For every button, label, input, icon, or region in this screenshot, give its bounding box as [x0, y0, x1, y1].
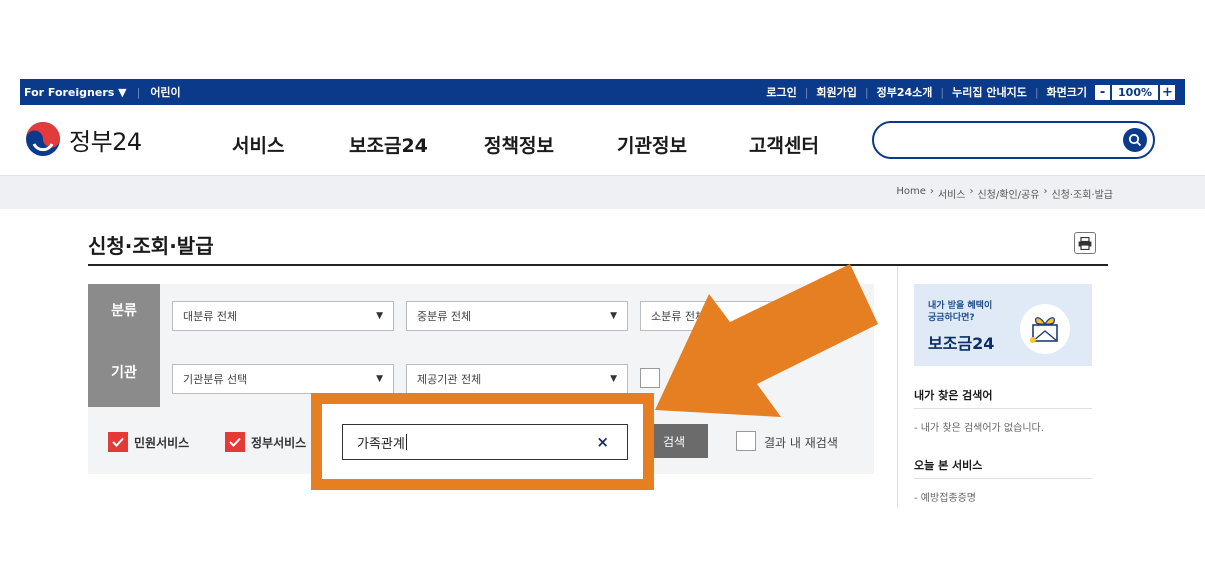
civil-service-checkbox[interactable]: [108, 432, 128, 452]
title-divider: [88, 264, 1108, 266]
research-checkbox[interactable]: [736, 431, 756, 451]
clear-icon[interactable]: ×: [596, 433, 609, 451]
chevron-down-icon: ▼: [376, 311, 383, 321]
recently-viewed-title: 오늘 본 서비스: [914, 459, 983, 472]
breadcrumb: Home › 서비스 › 신청/확인/공유 › 신청·조회·발급: [896, 186, 1113, 201]
printer-icon: [1078, 236, 1092, 250]
nav-policy[interactable]: 정책정보: [484, 131, 554, 158]
banner-title: 보조금24: [928, 334, 995, 353]
section-divider: [914, 408, 1092, 409]
zoom-in-button[interactable]: +: [1160, 84, 1175, 100]
gov-service-label: 정부서비스: [251, 436, 307, 450]
research-label: 결과 내 재검색: [764, 436, 838, 450]
zoom-out-button[interactable]: -: [1095, 84, 1111, 100]
breadcrumb-bar: Home › 서비스 › 신청/확인/공유 › 신청·조회·발급: [0, 175, 1205, 209]
divider: |: [804, 85, 809, 99]
agency-label: 기관: [88, 336, 160, 407]
chevron-down-icon: ▼: [844, 311, 851, 321]
recently-viewed-item-text: 예방접종증명: [920, 493, 976, 504]
minor-category-value: 소분류 전체: [651, 310, 706, 323]
mobile-service-label: 모바일 서비스: [670, 373, 741, 387]
keyword-search-input[interactable]: 가족관계 ×: [342, 424, 628, 460]
gov-service-checkbox[interactable]: [225, 432, 245, 452]
agency-type-select[interactable]: 기관분류 선택 ▼: [172, 364, 394, 394]
breadcrumb-home[interactable]: Home: [896, 186, 926, 201]
chevron-down-icon: ▼: [610, 311, 617, 321]
check-icon: [112, 437, 124, 447]
divider: |: [864, 85, 869, 99]
foreigners-link[interactable]: For Foreigners ▼: [24, 86, 127, 99]
middle-category-select[interactable]: 중분류 전체 ▼: [406, 301, 628, 331]
banner-text: 내가 받을 혜택이 궁금하다면?: [928, 300, 992, 324]
breadcrumb-current: 신청·조회·발급: [1051, 190, 1113, 201]
zoom-value: 100%: [1112, 84, 1158, 100]
about-link[interactable]: 정부24소개: [877, 84, 933, 100]
category-label: 분류: [88, 284, 160, 336]
chevron-right-icon: ›: [1043, 186, 1048, 197]
breadcrumb-apply[interactable]: 신청/확인/공유: [977, 186, 1039, 201]
middle-category-value: 중분류 전체: [417, 310, 472, 323]
major-category-select[interactable]: 대분류 전체 ▼: [172, 301, 394, 331]
banner-line-1: 내가 받을 혜택이: [928, 301, 993, 311]
kids-link[interactable]: 어린이: [150, 84, 180, 100]
sitemap-link[interactable]: 누리집 안내지도: [952, 84, 1027, 100]
print-button[interactable]: [1074, 232, 1096, 254]
divider: |: [940, 85, 945, 99]
nav-service[interactable]: 서비스: [232, 131, 284, 158]
login-link[interactable]: 로그인: [766, 84, 796, 100]
gift-box-icon: [1020, 304, 1070, 354]
divider: |: [1034, 85, 1039, 99]
chevron-down-icon: ▼: [610, 374, 617, 384]
major-category-value: 대분류 전체: [183, 310, 238, 323]
breadcrumb-service[interactable]: 서비스: [938, 186, 966, 201]
utility-bar: For Foreigners ▼ | 어린이 로그인 | 회원가입 | 정부24…: [20, 79, 1185, 105]
nav-subsidy[interactable]: 보조금24: [349, 131, 428, 158]
chevron-right-icon: ›: [969, 186, 974, 197]
divider: |: [136, 85, 141, 99]
page-title: 신청·조회·발급: [88, 234, 214, 258]
recent-search-empty-text: 내가 찾은 검색어가 없습니다.: [920, 423, 1044, 434]
civil-service-label: 민원서비스: [134, 436, 190, 450]
signup-link[interactable]: 회원가입: [816, 84, 856, 100]
section-divider: [914, 478, 1092, 479]
nav-customer-center[interactable]: 고객센터: [749, 131, 819, 158]
banner-line-2: 궁금하다면?: [928, 313, 975, 323]
chevron-down-icon: ▼: [376, 374, 383, 384]
screen-size-label: 화면크기: [1046, 86, 1088, 99]
provider-value: 제공기관 전체: [417, 373, 482, 386]
minor-category-select[interactable]: 소분류 전체 ▼: [640, 301, 862, 331]
header-search-input[interactable]: [872, 121, 1155, 159]
recent-search-empty: - 내가 찾은 검색어가 없습니다.: [914, 423, 1044, 434]
sidebar-divider: [897, 266, 898, 508]
recently-viewed-item[interactable]: - 예방접종증명: [914, 489, 976, 504]
nav-agency[interactable]: 기관정보: [617, 131, 687, 158]
search-icon[interactable]: [1123, 128, 1147, 152]
subsidy-banner[interactable]: 내가 받을 혜택이 궁금하다면? 보조금24: [914, 284, 1092, 366]
site-header: 정부24 서비스 보조금24 정책정보 기관정보 고객센터: [0, 105, 1205, 175]
zoom-control: - 100% +: [1095, 84, 1175, 100]
text-cursor: [405, 434, 407, 450]
check-icon: [229, 437, 241, 447]
recent-search-title: 내가 찾은 검색어: [914, 389, 993, 402]
keyword-value: 가족관계: [357, 436, 405, 452]
agency-type-value: 기관분류 선택: [183, 373, 248, 386]
mobile-service-checkbox[interactable]: [640, 368, 660, 388]
provider-select[interactable]: 제공기관 전체 ▼: [406, 364, 628, 394]
chevron-right-icon: ›: [929, 186, 934, 197]
